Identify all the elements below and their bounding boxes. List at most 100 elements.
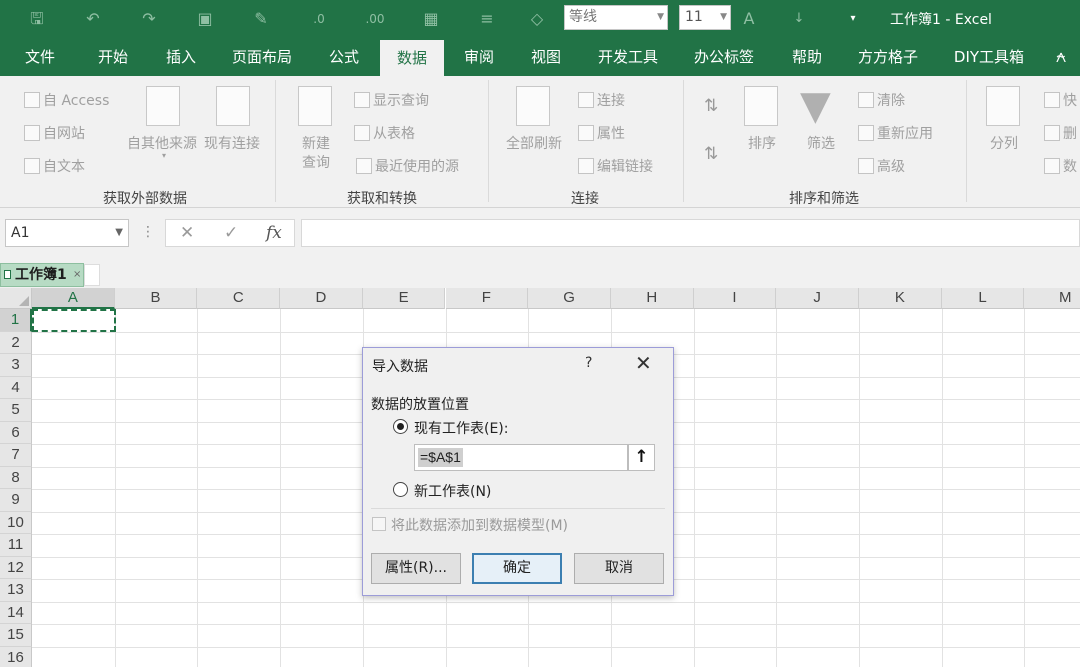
- recent-sources-button[interactable]: 最近使用的源: [356, 156, 459, 176]
- add-to-data-model-checkbox[interactable]: [372, 517, 386, 531]
- existing-worksheet-radio[interactable]: [393, 419, 408, 434]
- new-worksheet-radio[interactable]: [393, 482, 408, 497]
- active-cell-a1[interactable]: [32, 309, 116, 332]
- decrease-decimal-icon[interactable]: .0: [308, 8, 330, 30]
- data-validation-button[interactable]: 数: [1044, 156, 1077, 176]
- text-to-columns-button[interactable]: 分列: [984, 133, 1024, 153]
- new-query-button-line2[interactable]: 查询: [294, 152, 338, 172]
- sort-ascending-icon[interactable]: ⇅: [704, 96, 718, 116]
- tab-home[interactable]: 开始: [84, 38, 142, 76]
- format-painter-icon[interactable]: ✎: [250, 8, 272, 30]
- row-header-13[interactable]: 13: [0, 579, 32, 602]
- redo-icon[interactable]: ↷: [138, 8, 160, 30]
- undo-icon[interactable]: ↶: [82, 8, 104, 30]
- row-header-6[interactable]: 6: [0, 421, 32, 444]
- tab-help[interactable]: 帮助: [782, 38, 832, 76]
- column-header-i[interactable]: I: [693, 288, 777, 309]
- column-header-e[interactable]: E: [362, 288, 446, 309]
- row-header-9[interactable]: 9: [0, 489, 32, 512]
- align-icon[interactable]: ≡: [476, 8, 498, 30]
- refresh-all-button[interactable]: 全部刷新: [500, 133, 568, 153]
- column-header-g[interactable]: G: [528, 288, 611, 309]
- tab-data[interactable]: 数据: [380, 40, 444, 76]
- column-header-f[interactable]: F: [445, 288, 529, 309]
- row-header-11[interactable]: 11: [0, 534, 32, 557]
- edit-links-button[interactable]: 编辑链接: [578, 156, 653, 176]
- properties-button[interactable]: 属性(R)...: [371, 553, 461, 584]
- name-box[interactable]: A1 ▼: [5, 219, 129, 247]
- remove-duplicates-button[interactable]: 删: [1044, 123, 1077, 143]
- row-header-15[interactable]: 15: [0, 624, 32, 647]
- column-header-l[interactable]: L: [941, 288, 1025, 309]
- customize-qat-icon[interactable]: ▾: [842, 8, 864, 30]
- row-header-5[interactable]: 5: [0, 399, 32, 422]
- font-name-select[interactable]: 等线 ▼: [564, 5, 668, 30]
- existing-connections-button[interactable]: 现有连接: [200, 133, 264, 153]
- row-header-1[interactable]: 1: [0, 309, 32, 332]
- formula-input[interactable]: [301, 219, 1080, 247]
- tab-office-tabs[interactable]: 办公标签: [688, 38, 760, 76]
- lightbulb-icon[interactable]: ⍲: [1046, 38, 1076, 76]
- tab-diy-tools[interactable]: DIY工具箱: [948, 38, 1030, 76]
- table-icon[interactable]: ▦: [420, 8, 442, 30]
- font-color-icon[interactable]: A: [738, 8, 760, 30]
- existing-worksheet-label[interactable]: 现有工作表(E):: [414, 418, 509, 438]
- sort-descending-icon[interactable]: ⇅: [704, 144, 718, 164]
- cancel-formula-button[interactable]: ✕: [180, 223, 194, 243]
- column-header-d[interactable]: D: [280, 288, 363, 309]
- increase-decimal-icon[interactable]: .00: [364, 8, 386, 30]
- row-header-8[interactable]: 8: [0, 466, 32, 489]
- tab-developer[interactable]: 开发工具: [590, 38, 666, 76]
- row-header-4[interactable]: 4: [0, 376, 32, 399]
- tab-view[interactable]: 视图: [517, 38, 575, 76]
- tab-formulas[interactable]: 公式: [315, 38, 373, 76]
- from-table-button[interactable]: 从表格: [354, 123, 415, 143]
- row-header-12[interactable]: 12: [0, 556, 32, 579]
- new-workbook-tab[interactable]: [84, 264, 100, 286]
- column-header-b[interactable]: B: [114, 288, 198, 309]
- select-all-button[interactable]: [0, 288, 32, 309]
- column-header-h[interactable]: H: [610, 288, 694, 309]
- close-button[interactable]: ✕: [635, 351, 652, 375]
- row-header-14[interactable]: 14: [0, 601, 32, 624]
- from-web-button[interactable]: 自网站: [24, 123, 85, 143]
- tab-file[interactable]: 文件: [10, 38, 70, 76]
- row-header-3[interactable]: 3: [0, 354, 32, 377]
- new-query-button-line1[interactable]: 新建: [294, 133, 338, 153]
- row-header-10[interactable]: 10: [0, 511, 32, 534]
- ok-button[interactable]: 确定: [472, 553, 562, 584]
- column-header-c[interactable]: C: [197, 288, 281, 309]
- row-header-7[interactable]: 7: [0, 444, 32, 467]
- close-icon[interactable]: ×: [73, 264, 81, 286]
- workbook-tab[interactable]: 工作簿1 ×: [0, 263, 84, 287]
- tab-page-layout[interactable]: 页面布局: [222, 38, 302, 76]
- column-header-k[interactable]: K: [859, 288, 942, 309]
- chevron-down-icon[interactable]: ▼: [115, 220, 123, 246]
- column-header-m[interactable]: M: [1024, 288, 1080, 309]
- enter-formula-button[interactable]: ✓: [224, 223, 238, 243]
- save-icon[interactable]: 🖫: [26, 8, 48, 30]
- collapse-dialog-button[interactable]: ↑: [628, 444, 655, 471]
- tab-fangfang[interactable]: 方方格子: [850, 38, 926, 76]
- properties-button[interactable]: 属性: [578, 123, 625, 143]
- connections-button[interactable]: 连接: [578, 90, 625, 110]
- new-worksheet-label[interactable]: 新工作表(N): [414, 481, 491, 501]
- tab-insert[interactable]: 插入: [152, 38, 210, 76]
- clear-button[interactable]: 清除: [858, 90, 905, 110]
- column-header-j[interactable]: J: [776, 288, 859, 309]
- advanced-button[interactable]: 高级: [858, 156, 905, 176]
- flash-fill-button[interactable]: 快: [1044, 90, 1077, 110]
- reapply-button[interactable]: 重新应用: [858, 123, 933, 143]
- tab-review[interactable]: 审阅: [450, 38, 508, 76]
- camera-icon[interactable]: ▣: [194, 8, 216, 30]
- filter-button[interactable]: 筛选: [796, 133, 846, 153]
- font-size-select[interactable]: 11 ▼: [679, 5, 731, 30]
- from-text-button[interactable]: 自文本: [24, 156, 85, 176]
- row-header-16[interactable]: 16: [0, 646, 32, 667]
- show-queries-button[interactable]: 显示查询: [354, 90, 429, 110]
- cell-reference-input[interactable]: =$A$1: [414, 444, 628, 471]
- help-button[interactable]: ?: [585, 355, 592, 371]
- sort-icon[interactable]: ↓: [788, 8, 810, 30]
- paint-bucket-icon[interactable]: ◇: [526, 8, 548, 30]
- row-header-2[interactable]: 2: [0, 331, 32, 354]
